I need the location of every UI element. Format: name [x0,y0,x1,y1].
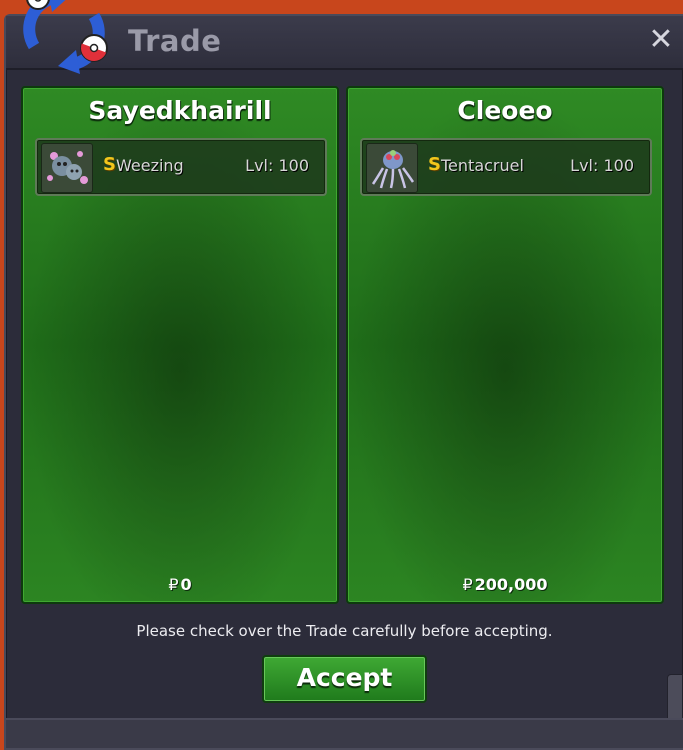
bottom-bar [6,718,683,748]
trade-window: Trade ✕ Sayedkhairill S Weezing Lvl: 100… [4,14,683,750]
window-title: Trade [128,24,222,58]
trade-notice: Please check over the Trade carefully be… [136,622,553,640]
accept-button[interactable]: Accept [262,655,427,703]
shiny-mark-right: S [428,154,441,175]
player-panel-left: Sayedkhairill S Weezing Lvl: 100 ₽ 0 [21,86,339,604]
player-panel-right: Cleoeo S Tentacruel Lvl: 100 ₽200,000 [346,86,664,604]
tentacruel-sprite-icon [366,143,418,193]
money-offer-left: ₽0 [23,575,337,594]
pokemon-level-left: Lvl: 100 [245,156,309,175]
pokemon-level-right: Lvl: 100 [570,156,634,175]
side-handle[interactable] [667,674,683,722]
trade-swap-icon [14,0,114,76]
shiny-mark-left: S [103,154,116,175]
currency-icon: ₽ [168,575,179,594]
pokemon-slot-left[interactable]: S Weezing Lvl: 100 [35,138,327,196]
money-offer-right: ₽200,000 [348,575,662,594]
money-amount-right: 200,000 [474,575,548,594]
money-amount-left: 0 [180,575,192,594]
pokemon-name-left: Weezing [116,156,184,175]
pokemon-name-right: Tentacruel [441,156,524,175]
player-name-left: Sayedkhairill [88,96,272,125]
weezing-sprite-icon [41,143,93,193]
currency-icon: ₽ [462,575,473,594]
close-button[interactable]: ✕ [647,25,675,55]
trade-panels: Sayedkhairill S Weezing Lvl: 100 ₽ 0 Cle… [21,86,667,604]
player-name-right: Cleoeo [457,96,553,125]
pokemon-slot-right[interactable]: S Tentacruel Lvl: 100 [360,138,652,196]
